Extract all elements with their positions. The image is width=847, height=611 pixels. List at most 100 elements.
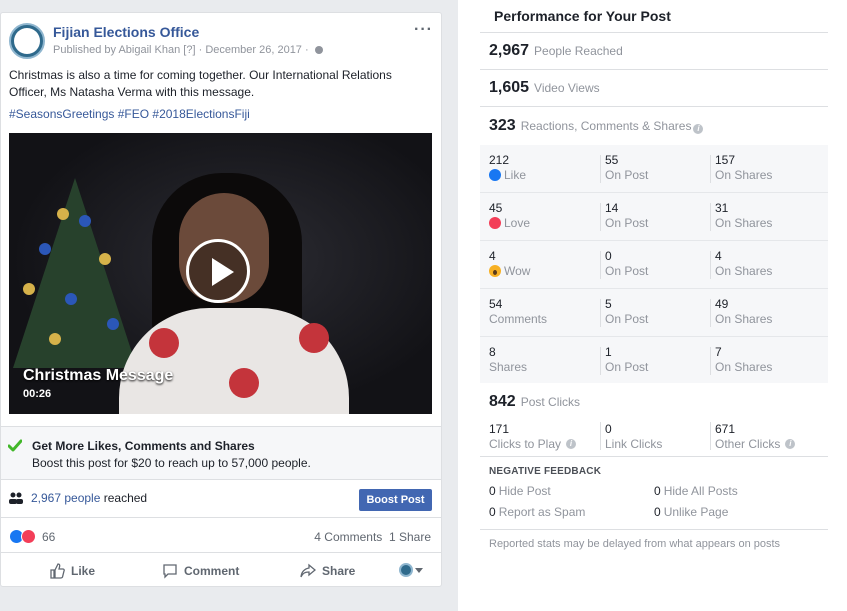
divider <box>480 529 828 530</box>
breakdown-row-comments: 54 Comments 5 On Post 49 On Shares <box>480 289 828 337</box>
video-player[interactable]: Christmas Message 00:26 <box>9 133 432 414</box>
breakdown-total: 45 Love <box>489 201 530 231</box>
wow-label: Wow <box>489 263 530 279</box>
column-divider <box>600 251 601 279</box>
reaction-count[interactable]: 66 <box>42 530 55 544</box>
video-views-value: 1,605 <box>489 79 530 96</box>
on-post-label: On Post <box>605 264 649 278</box>
post-date[interactable]: December 26, 2017 <box>205 44 302 56</box>
breakdown-on-post: 5 On Post <box>605 297 648 327</box>
column-divider <box>710 203 711 231</box>
wow-total: 4 <box>489 249 496 263</box>
publisher-name[interactable]: Abigail Khan <box>118 44 180 56</box>
comment-button[interactable]: Comment <box>162 563 239 579</box>
column-divider <box>710 299 711 327</box>
info-icon[interactable]: i <box>785 439 796 449</box>
on-shares-label: On Shares <box>715 264 773 278</box>
stats-footnote: Reported stats may be delayed from what … <box>489 538 781 550</box>
help-marker[interactable]: [?] <box>183 44 195 56</box>
breakdown-on-post: 1 On Post <box>605 345 648 375</box>
boost-post-button[interactable]: Boost Post <box>359 489 432 511</box>
love-label-text: Love <box>504 216 531 230</box>
love-label: Love <box>489 215 530 231</box>
audience-selector[interactable] <box>399 563 423 577</box>
on-shares-label: On Shares <box>715 360 773 374</box>
wow-on-shares: 4 <box>715 249 722 263</box>
breakdown-total: 54 Comments <box>489 297 547 327</box>
breakdown-row-like: 212 Like 55 On Post 157 On Shares <box>480 145 828 193</box>
video-views-stat: 1,605 Video Views <box>489 79 600 97</box>
video-duration: 00:26 <box>23 388 52 400</box>
hide-all-label: Hide All Posts <box>663 484 738 498</box>
shirt-pattern <box>229 368 259 398</box>
panel-title: Performance for Your Post <box>494 8 671 24</box>
info-icon[interactable]: i <box>566 439 577 449</box>
comments-on-post: 5 <box>605 297 612 311</box>
reach-count-link[interactable]: 2,967 people <box>31 491 100 505</box>
performance-panel: Performance for Your Post 2,967 People Re… <box>458 0 847 611</box>
info-icon[interactable]: i <box>693 124 704 134</box>
people-reached-value: 2,967 <box>489 42 530 59</box>
column-divider <box>710 347 711 375</box>
unlike-label: Unlike Page <box>663 505 729 519</box>
reach-text: 2,967 people reached <box>31 491 147 505</box>
shirt-pattern <box>299 323 329 353</box>
post-message: Christmas is also a time for coming toge… <box>9 68 392 99</box>
post-hashtags[interactable]: #SeasonsGreetings #FEO #2018ElectionsFij… <box>9 107 250 121</box>
comments-count[interactable]: 4 Comments <box>314 530 382 544</box>
more-options-button[interactable]: ··· <box>414 21 433 39</box>
clicks-to-play-text: Clicks to Play <box>489 437 562 451</box>
breakdown-total: 8 Shares <box>489 345 527 375</box>
page-logo <box>14 28 40 54</box>
shares-total: 8 <box>489 345 496 359</box>
published-by-prefix: Published by <box>53 44 116 56</box>
ornament <box>107 318 119 330</box>
on-post-label: On Post <box>605 216 649 230</box>
shares-on-shares: 7 <box>715 345 722 359</box>
on-post-label: On Post <box>605 168 649 182</box>
promo-title: Get More Likes, Comments and Shares <box>32 439 255 453</box>
video-title: Christmas Message <box>23 367 174 384</box>
thumbs-up-icon <box>50 563 65 579</box>
on-post-label: On Post <box>605 312 649 326</box>
love-icon <box>489 217 501 229</box>
breakdown-on-shares: 157 On Shares <box>715 153 772 183</box>
page-avatar[interactable] <box>9 23 45 59</box>
love-on-post: 14 <box>605 201 619 215</box>
other-clicks: 671 Other Clicks i <box>715 422 796 452</box>
clicks-to-play-value: 171 <box>489 422 510 436</box>
link-clicks-value: 0 <box>605 422 612 436</box>
boost-promo: Get More Likes, Comments and Shares Boos… <box>1 426 441 480</box>
post-clicks-value: 842 <box>489 393 516 410</box>
like-on-shares: 157 <box>715 153 736 167</box>
ornament <box>99 253 111 265</box>
ornament <box>23 283 35 295</box>
clicks-to-play-label: Clicks to Play i <box>489 436 577 452</box>
breakdown-on-shares: 7 On Shares <box>715 345 772 375</box>
hide-all-posts-stat: 0 Hide All Posts <box>654 484 738 498</box>
column-divider <box>710 155 711 183</box>
breakdown-on-post: 0 On Post <box>605 249 648 279</box>
play-icon[interactable] <box>186 239 250 303</box>
other-clicks-text: Other Clicks <box>715 437 781 451</box>
shares-count[interactable]: 1 Share <box>389 530 431 544</box>
spam-label: Report as Spam <box>498 505 586 519</box>
unlike-page-stat: 0 Unlike Page <box>654 505 728 519</box>
love-on-shares: 31 <box>715 201 729 215</box>
breakdown-on-shares: 4 On Shares <box>715 249 772 279</box>
like-button[interactable]: Like <box>49 563 95 579</box>
share-button[interactable]: Share <box>300 563 355 579</box>
share-icon <box>300 563 316 578</box>
hide-post-stat: 0 Hide Post <box>489 484 551 498</box>
love-total: 45 <box>489 201 503 215</box>
divider <box>480 69 828 70</box>
page-name-link[interactable]: Fijian Elections Office <box>53 24 199 40</box>
on-post-label: On Post <box>605 360 649 374</box>
engagement-stat: 323 Reactions, Comments & Shares i <box>489 117 704 135</box>
ornament <box>57 208 69 220</box>
breakdown-row-shares: 8 Shares 1 On Post 7 On Shares <box>480 337 828 385</box>
love-reaction-icon[interactable] <box>21 529 36 544</box>
people-reached-label: People Reached <box>534 44 623 58</box>
report-spam-stat: 0 Report as Spam <box>489 505 585 519</box>
column-divider <box>710 251 711 279</box>
